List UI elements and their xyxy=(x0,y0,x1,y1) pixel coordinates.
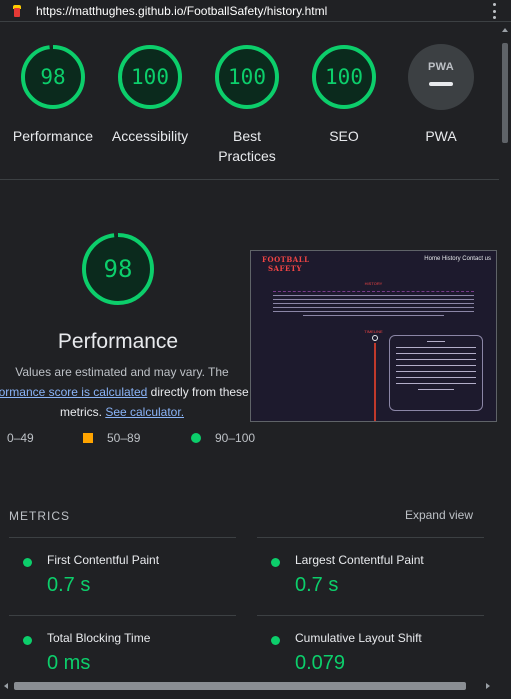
metric-value: 0 ms xyxy=(47,652,91,674)
metric-value: 0.7 s xyxy=(47,574,91,596)
thumb-heading: HISTORY xyxy=(364,281,383,286)
metrics-header: METRICS xyxy=(9,509,70,523)
gauge-best-practices[interactable]: 100 Best Practices xyxy=(199,22,295,166)
gauge-label: Accessibility xyxy=(111,128,189,144)
page-screenshot-thumbnail[interactable]: FOOTBALL SAFETY Home History Contact us … xyxy=(250,250,497,422)
performance-gauge-large: 98 xyxy=(81,232,155,306)
url-text[interactable]: https://matthughes.github.io/FootballSaf… xyxy=(36,4,327,18)
horizontal-scroll-thumb[interactable] xyxy=(14,682,466,690)
performance-title: Performance xyxy=(57,330,179,353)
gauge-label: SEO xyxy=(329,128,359,144)
score-calculated-link[interactable]: formance score is calculated xyxy=(0,385,147,399)
gauge-performance[interactable]: 98 Performance xyxy=(5,22,101,146)
metric-title: Cumulative Layout Shift xyxy=(295,631,422,645)
see-calculator-link[interactable]: See calculator. xyxy=(105,405,184,419)
performance-description: Values are estimated and may vary. The f… xyxy=(0,362,252,422)
pass-circle-icon xyxy=(23,558,32,567)
metric-value: 0.7 s xyxy=(295,574,339,596)
performance-score: 98 xyxy=(103,255,133,283)
metric-title: Largest Contentful Paint xyxy=(295,553,424,567)
desc-mid: directly from these xyxy=(147,385,249,399)
gauge-pwa[interactable]: PWA PWA xyxy=(393,22,489,146)
metric-title: First Contentful Paint xyxy=(47,553,160,567)
legend-fail: 0–49 xyxy=(7,431,34,445)
url-bar: https://matthughes.github.io/FootballSaf… xyxy=(0,0,511,22)
horizontal-scrollbar[interactable] xyxy=(0,679,511,693)
pwa-badge-text: PWA xyxy=(428,61,454,73)
thumb-nav: Home History Contact us xyxy=(424,256,491,262)
gauge-score: 100 xyxy=(228,65,266,89)
score-legend: 0–49 50–89 90–100 xyxy=(0,430,260,446)
more-options-icon[interactable] xyxy=(493,3,497,19)
vertical-scrollbar[interactable] xyxy=(499,22,511,679)
scroll-left-arrow-icon[interactable] xyxy=(4,683,8,689)
scroll-up-arrow-icon[interactable] xyxy=(502,28,508,32)
desc-line-1: Values are estimated and may vary. The xyxy=(15,365,229,379)
desc-metrics: metrics. xyxy=(59,405,106,419)
thumb-brand: FOOTBALL SAFETY xyxy=(262,255,310,273)
pass-circle-icon xyxy=(191,433,201,443)
gauge-score: 100 xyxy=(131,65,169,89)
gauge-label: Performance xyxy=(12,128,94,144)
metric-value: 0.079 xyxy=(295,652,346,674)
vertical-scroll-thumb[interactable] xyxy=(502,43,508,143)
average-square-icon xyxy=(83,433,93,443)
lighthouse-icon xyxy=(10,4,24,18)
gauge-accessibility[interactable]: 100 Accessibility xyxy=(102,22,198,146)
thumb-timeline-knob xyxy=(372,335,378,341)
legend-pass: 90–100 xyxy=(215,431,256,445)
metric-lcp: Largest Contentful Paint 0.7 s xyxy=(257,537,484,612)
pwa-dash-icon xyxy=(429,82,453,86)
score-gauges: 98 Performance 100 Accessibility 100 Bes… xyxy=(0,22,499,180)
expand-view-button[interactable]: Expand view xyxy=(405,508,473,522)
report-content: 98 Performance 100 Accessibility 100 Bes… xyxy=(0,22,499,679)
gauge-seo[interactable]: 100 SEO xyxy=(296,22,392,146)
pwa-badge: PWA xyxy=(408,44,474,110)
thumb-timeline-card xyxy=(389,335,483,411)
metric-tbt: Total Blocking Time 0 ms xyxy=(9,615,236,679)
thumb-paragraph xyxy=(273,291,474,323)
gauge-label: Best Practices xyxy=(218,128,276,164)
metric-title: Total Blocking Time xyxy=(47,631,151,645)
thumb-subheading: TIMELINE xyxy=(364,329,383,334)
gauge-label: PWA xyxy=(425,128,457,144)
pass-circle-icon xyxy=(23,636,32,645)
pass-circle-icon xyxy=(271,636,280,645)
scroll-right-arrow-icon[interactable] xyxy=(486,683,490,689)
metric-cls: Cumulative Layout Shift 0.079 xyxy=(257,615,484,679)
metric-fcp: First Contentful Paint 0.7 s xyxy=(9,537,236,612)
legend-average: 50–89 xyxy=(107,431,141,445)
thumb-timeline-line xyxy=(374,343,376,421)
pass-circle-icon xyxy=(271,558,280,567)
gauge-score: 100 xyxy=(325,65,363,89)
gauge-score: 98 xyxy=(40,65,66,89)
